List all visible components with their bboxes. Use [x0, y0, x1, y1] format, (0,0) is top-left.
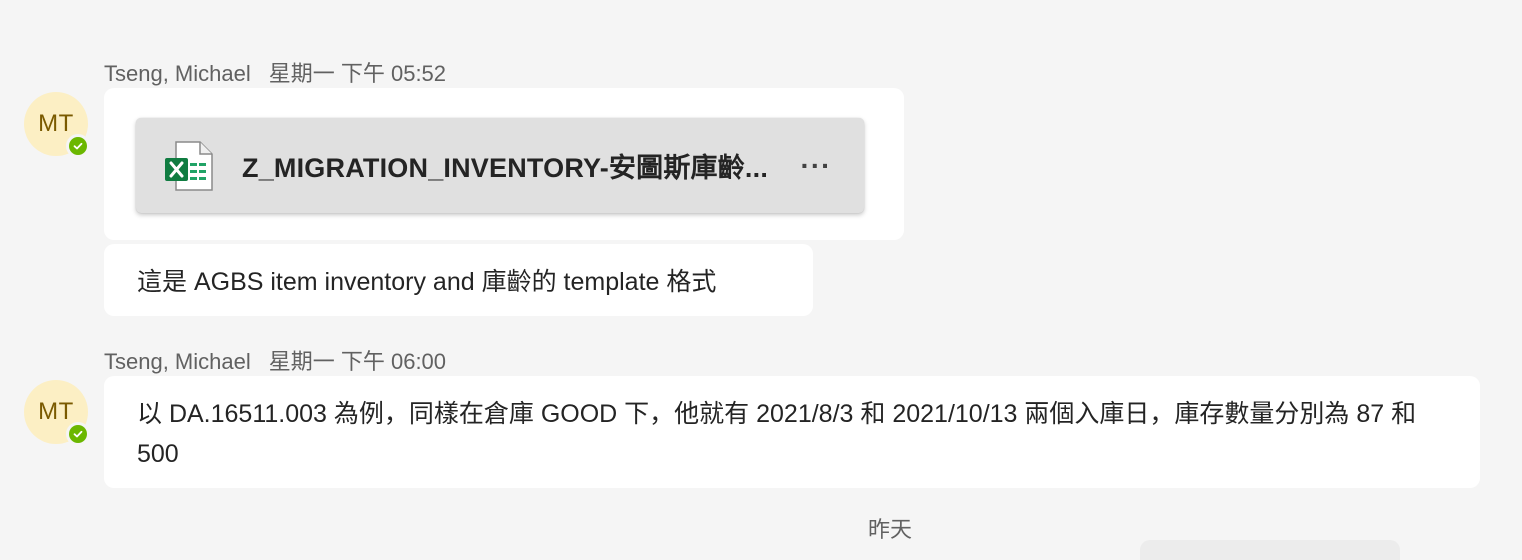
more-options-button[interactable]: ··· [796, 148, 836, 184]
scroll-to-bottom-edge [1140, 540, 1400, 560]
sender-name: Tseng, Michael [104, 349, 251, 374]
date-divider: 昨天 [868, 517, 913, 542]
file-message-bubble: Z_MIGRATION_INVENTORY-安圖斯庫齡... ··· [104, 88, 904, 240]
message-text: 以 DA.16511.003 為例，同樣在倉庫 GOOD 下，他就有 2021/… [137, 400, 1417, 468]
text-message-bubble: 這是 AGBS item inventory and 庫齡的 template … [104, 244, 813, 316]
message-timestamp[interactable]: 星期一 下午 06:00 [269, 344, 446, 376]
avatar[interactable]: MT [24, 380, 90, 446]
message-text: 這是 AGBS item inventory and 庫齡的 template … [137, 268, 717, 296]
sender-name: Tseng, Michael [104, 61, 251, 86]
avatar[interactable]: MT [24, 92, 90, 158]
message-header: Tseng, Michael 星期一 下午 05:52 [104, 56, 446, 88]
message-header: Tseng, Michael 星期一 下午 06:00 [104, 344, 446, 376]
avatar-initials: MT [38, 398, 74, 425]
presence-available-icon [66, 422, 90, 446]
excel-file-icon [162, 139, 216, 193]
message-timestamp[interactable]: 星期一 下午 05:52 [269, 56, 446, 88]
presence-available-icon [66, 134, 90, 158]
text-message-bubble: 以 DA.16511.003 為例，同樣在倉庫 GOOD 下，他就有 2021/… [104, 376, 1480, 488]
avatar-initials: MT [38, 110, 74, 137]
file-name[interactable]: Z_MIGRATION_INVENTORY-安圖斯庫齡... [242, 118, 768, 213]
file-attachment-card[interactable]: Z_MIGRATION_INVENTORY-安圖斯庫齡... ··· [136, 118, 864, 213]
